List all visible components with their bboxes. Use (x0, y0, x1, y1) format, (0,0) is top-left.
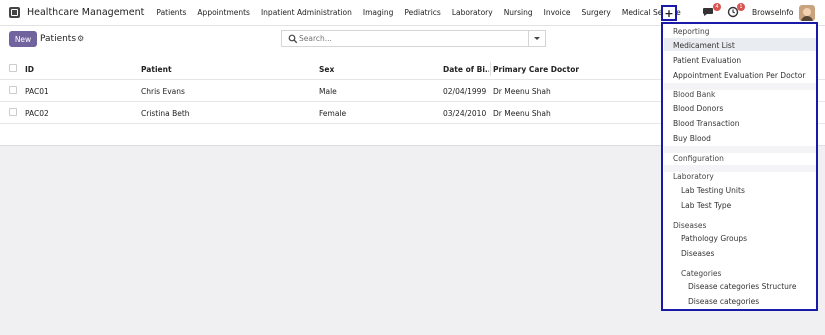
column-header-patient[interactable]: Patient (141, 65, 172, 74)
page-title[interactable]: Patients (40, 34, 76, 44)
section-configuration: Configuration (673, 154, 724, 163)
main-menu: Patients Appointments Inpatient Administ… (156, 8, 691, 17)
section-categories: Categories (681, 269, 722, 278)
search-input[interactable] (299, 34, 499, 43)
menu-item-medicament-list[interactable]: Medicament List (673, 41, 735, 50)
menu-item-pathology-groups[interactable]: Pathology Groups (681, 234, 747, 243)
menu-item-lab-test-type[interactable]: Lab Test Type (681, 201, 731, 210)
menu-item-laboratory[interactable]: Laboratory (452, 8, 493, 17)
select-all-checkbox[interactable] (9, 64, 17, 72)
cell-date-of-birth: 03/24/2010 (443, 109, 487, 118)
menu-item-blood-transaction[interactable]: Blood Transaction (673, 119, 739, 128)
section-blood-bank: Blood Bank (673, 90, 716, 99)
more-menu-button[interactable]: + (661, 5, 677, 21)
cell-sex: Female (319, 109, 347, 118)
cell-date-of-birth: 02/04/1999 (443, 87, 487, 96)
menu-item-pediatrics[interactable]: Pediatrics (404, 8, 440, 17)
column-header-primary-care-doctor[interactable]: Primary Care Doctor (493, 65, 579, 74)
column-divider[interactable] (490, 62, 491, 76)
row-checkbox[interactable] (9, 108, 17, 116)
menu-separator (664, 83, 816, 90)
menu-item-appointments[interactable]: Appointments (197, 8, 250, 17)
menu-item-lab-testing-units[interactable]: Lab Testing Units (681, 186, 745, 195)
menu-item-surgery[interactable]: Surgery (581, 8, 610, 17)
cell-patient: Cristina Beth (141, 109, 190, 118)
menu-item-buy-blood[interactable]: Buy Blood (673, 134, 711, 143)
menu-item-nursing[interactable]: Nursing (504, 8, 533, 17)
menu-item-appointment-evaluation[interactable]: Appointment Evaluation Per Doctor (673, 71, 805, 80)
app-title[interactable]: Healthcare Management (27, 7, 144, 18)
menu-item-disease-categories-structure[interactable]: Disease categories Structure (688, 282, 796, 291)
menu-item-blood-donors[interactable]: Blood Donors (673, 104, 723, 113)
activities-badge: 1 (737, 3, 745, 11)
cell-id: PAC01 (25, 87, 49, 96)
search-options-toggle[interactable] (528, 30, 546, 47)
cell-primary-care-doctor: Dr Meenu Shah (493, 87, 551, 96)
gear-icon[interactable]: ⚙ (77, 34, 84, 43)
caret-down-icon (534, 37, 540, 40)
section-diseases: Diseases (673, 221, 707, 230)
menu-item-patients[interactable]: Patients (156, 8, 186, 17)
activities-button[interactable]: 1 (727, 3, 745, 18)
column-header-sex[interactable]: Sex (319, 65, 334, 74)
menu-item-imaging[interactable]: Imaging (363, 8, 393, 17)
cell-id: PAC02 (25, 109, 49, 118)
apps-menu-icon[interactable] (9, 7, 20, 18)
cell-primary-care-doctor: Dr Meenu Shah (493, 109, 551, 118)
menu-item-diseases[interactable]: Diseases (681, 249, 714, 258)
cell-patient: Chris Evans (141, 87, 185, 96)
menu-item-inpatient-administration[interactable]: Inpatient Administration (261, 8, 352, 17)
search-icon (288, 34, 298, 43)
menu-item-patient-evaluation[interactable]: Patient Evaluation (673, 56, 741, 65)
menu-item-invoice[interactable]: Invoice (544, 8, 571, 17)
menu-separator (664, 165, 816, 172)
menu-separator (664, 146, 816, 153)
row-checkbox[interactable] (9, 86, 17, 94)
messages-button[interactable]: 4 (703, 3, 721, 18)
section-laboratory: Laboratory (673, 172, 714, 181)
search-bar (281, 30, 528, 47)
more-menu-dropdown: Reporting Medicament List Patient Evalua… (661, 22, 818, 311)
messages-badge: 4 (713, 3, 721, 11)
section-reporting: Reporting (673, 27, 710, 36)
company-switcher[interactable]: BrowseInfo (752, 8, 794, 17)
user-avatar[interactable] (799, 5, 815, 21)
cell-sex: Male (319, 87, 337, 96)
column-header-date-of-birth[interactable]: Date of Bi... (443, 65, 489, 74)
new-button[interactable]: New (9, 31, 37, 47)
column-header-id[interactable]: ID (25, 65, 34, 74)
menu-item-disease-categories[interactable]: Disease categories (688, 297, 759, 306)
